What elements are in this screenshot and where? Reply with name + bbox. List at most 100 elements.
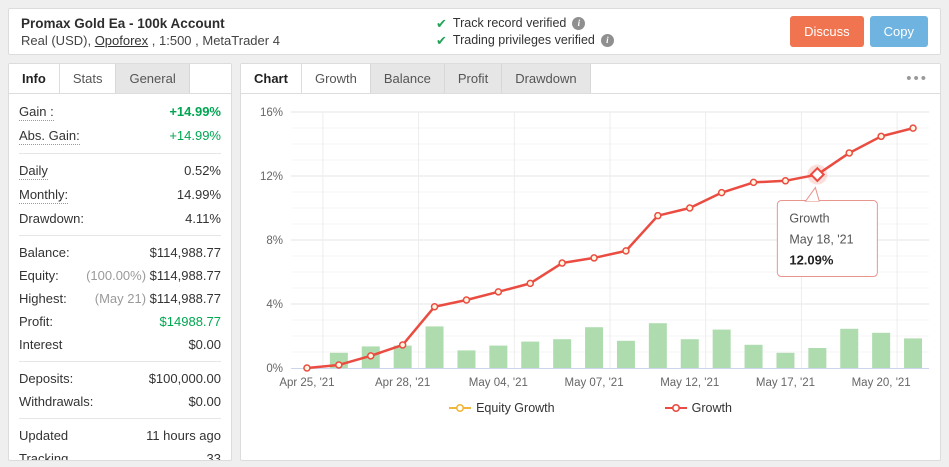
daily-bar[interactable] [489, 346, 507, 368]
info-icon[interactable]: i [572, 17, 585, 30]
account-identity: Promax Gold Ea - 100k Account Real (USD)… [21, 15, 436, 49]
legend-item[interactable]: Equity Growth [449, 401, 555, 415]
daily-bar[interactable] [649, 323, 667, 368]
data-point[interactable] [655, 213, 661, 219]
account-header: Promax Gold Ea - 100k Account Real (USD)… [8, 8, 941, 55]
data-point[interactable] [782, 178, 788, 184]
chart-tab-chart[interactable]: Chart [241, 64, 302, 93]
daily-bar[interactable] [872, 333, 890, 368]
stat-value: 14.99% [177, 186, 221, 204]
data-point[interactable] [336, 362, 342, 368]
legend-label: Equity Growth [476, 401, 555, 415]
stat-row: Equity:(100.00%) $114,988.77 [19, 264, 221, 287]
chart-tab-profit[interactable]: Profit [445, 64, 502, 93]
stat-row: Deposits:$100,000.00 [19, 367, 221, 390]
sidebar-tab-general[interactable]: General [116, 64, 189, 93]
chart-tab-drawdown[interactable]: Drawdown [502, 64, 590, 93]
data-point[interactable] [368, 353, 374, 359]
stat-row: Monthly: 14.99% [19, 183, 221, 207]
data-point[interactable] [910, 125, 916, 131]
stats-rows: Gain :+14.99% Abs. Gain: +14.99% Daily0.52%… [9, 94, 231, 461]
data-point[interactable] [623, 248, 629, 254]
daily-bar[interactable] [808, 348, 826, 368]
daily-bar[interactable] [553, 339, 571, 368]
data-point[interactable] [687, 205, 693, 211]
stat-value: 11 hours ago [146, 427, 221, 444]
sidebar-tab-stats[interactable]: Stats [60, 64, 117, 93]
verification-badges: ✔ Track record verified i ✔ Trading priv… [436, 15, 790, 49]
tooltip-arrow [805, 188, 819, 202]
stat-row: Drawdown:4.11% [19, 207, 221, 230]
daily-bar[interactable] [585, 327, 603, 368]
stat-row: Interest$0.00 [19, 333, 221, 356]
data-point[interactable] [878, 133, 884, 139]
stat-value: +14.99% [169, 103, 221, 121]
stat-row: Gain :+14.99% [19, 100, 221, 124]
stat-label: Abs. Gain: [19, 127, 80, 145]
tooltip-value: 12.09% [789, 253, 834, 268]
stat-label: Monthly: [19, 186, 68, 204]
panel-menu-icon[interactable]: ••• [906, 70, 928, 87]
account-title: Promax Gold Ea - 100k Account [21, 15, 436, 32]
chart-panel: Chart Growth Balance Profit Drawdown •••… [240, 63, 941, 461]
legend-marker-icon [665, 403, 687, 413]
data-point[interactable] [559, 260, 565, 266]
daily-bar[interactable] [904, 338, 922, 368]
daily-bar[interactable] [394, 346, 412, 368]
daily-bar[interactable] [713, 330, 731, 368]
account-platform: , 1:500 , MetaTrader 4 [148, 33, 280, 48]
daily-bar[interactable] [457, 350, 475, 368]
stat-label: Updated [19, 427, 68, 444]
x-axis-label: Apr 28, '21 [375, 377, 430, 389]
stat-label: Interest [19, 336, 62, 353]
stat-label: Equity: [19, 267, 59, 284]
info-icon[interactable]: i [601, 34, 614, 47]
x-axis-label: May 17, '21 [756, 377, 815, 389]
data-point[interactable] [463, 297, 469, 303]
stat-label: Withdrawals: [19, 393, 93, 410]
stat-label: Balance: [19, 244, 70, 261]
daily-bar[interactable] [840, 329, 858, 368]
data-point[interactable] [304, 365, 310, 371]
trading-privileges-badge: ✔ Trading privileges verified i [436, 32, 790, 49]
daily-bar[interactable] [521, 342, 539, 368]
data-point[interactable] [495, 289, 501, 295]
daily-bar[interactable] [426, 326, 444, 368]
y-axis-label: 12% [260, 171, 283, 183]
divider [19, 235, 221, 236]
legend-marker-icon [449, 403, 471, 413]
stat-value: 0.52% [184, 162, 221, 180]
stat-row: Updated 11 hours ago [19, 424, 221, 447]
stat-label: Profit: [19, 313, 53, 330]
chart-tooltip: GrowthMay 18, '2112.09% [777, 188, 877, 277]
data-point[interactable] [719, 190, 725, 196]
broker-link[interactable]: Opoforex [95, 33, 148, 48]
badge-label: Track record verified [453, 15, 566, 32]
data-point[interactable] [432, 304, 438, 310]
track-record-badge: ✔ Track record verified i [436, 15, 790, 32]
y-axis-label: 4% [266, 299, 283, 311]
data-point[interactable] [591, 255, 597, 261]
daily-bar[interactable] [617, 341, 635, 368]
daily-bar[interactable] [681, 339, 699, 368]
chart-tab-balance[interactable]: Balance [371, 64, 445, 93]
x-axis-label: May 07, '21 [565, 377, 624, 389]
data-point[interactable] [846, 150, 852, 156]
y-axis-label: 16% [260, 107, 283, 119]
growth-chart[interactable]: 0%4%8%12%16%Apr 25, '21Apr 28, '21May 04… [241, 94, 940, 415]
daily-bar[interactable] [776, 353, 794, 368]
copy-button[interactable]: Copy [870, 16, 928, 47]
daily-bar[interactable] [745, 345, 763, 368]
sidebar-tab-info[interactable]: Info [9, 64, 60, 93]
stat-value: +14.99% [169, 127, 221, 145]
stat-row: Withdrawals:$0.00 [19, 390, 221, 413]
data-point[interactable] [527, 280, 533, 286]
discuss-button[interactable]: Discuss [790, 16, 864, 47]
data-point[interactable] [751, 179, 757, 185]
stat-row: Balance:$114,988.77 [19, 241, 221, 264]
data-point[interactable] [400, 342, 406, 348]
legend-item[interactable]: Growth [665, 401, 732, 415]
chart-tab-growth[interactable]: Growth [302, 64, 371, 93]
stat-row: Daily0.52% [19, 159, 221, 183]
y-axis-label: 8% [266, 235, 283, 247]
